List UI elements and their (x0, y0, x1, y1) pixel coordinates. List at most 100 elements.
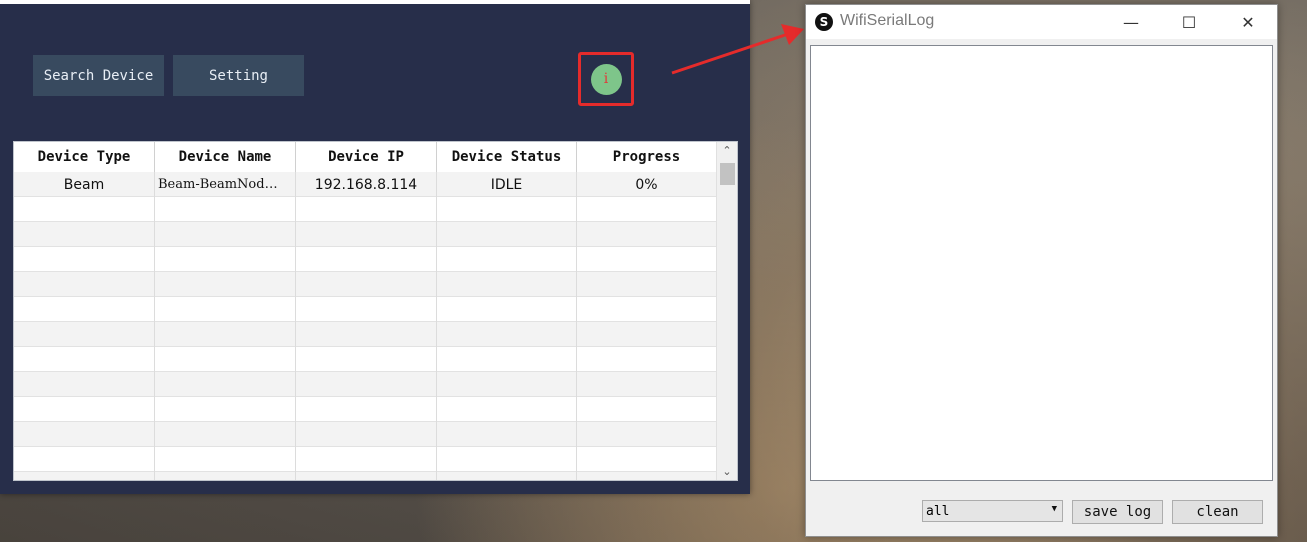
header-progress[interactable]: Progress (577, 142, 717, 172)
table-cell (296, 472, 437, 480)
scroll-up-icon[interactable]: ⌃ (717, 142, 737, 159)
table-cell (155, 347, 296, 372)
table-cell (577, 322, 717, 347)
table-cell (14, 472, 155, 480)
window-top-edge (0, 0, 750, 4)
table-cell (155, 472, 296, 480)
table-cell (437, 422, 577, 447)
table-row[interactable] (14, 247, 717, 272)
table-cell (14, 372, 155, 397)
table-cell (296, 272, 437, 297)
log-filter-select[interactable]: all ▼ (922, 500, 1063, 522)
cell-progress: 0% (577, 172, 717, 197)
clean-button[interactable]: clean (1172, 500, 1263, 524)
scroll-thumb[interactable] (720, 163, 735, 185)
table-cell (437, 322, 577, 347)
arrow-shaft (671, 32, 789, 75)
log-output-area[interactable] (810, 45, 1273, 481)
table-row[interactable] (14, 322, 717, 347)
table-cell (296, 322, 437, 347)
window-title: WifiSerialLog (840, 12, 935, 29)
table-cell (14, 347, 155, 372)
table-cell (437, 472, 577, 480)
table-cell (296, 372, 437, 397)
table-row[interactable] (14, 222, 717, 247)
table-cell (577, 347, 717, 372)
table-cell (577, 372, 717, 397)
table-row[interactable]: Beam Beam-BeamNod… 192.168.8.114 IDLE 0% (14, 172, 717, 197)
table-cell (296, 247, 437, 272)
header-device-type[interactable]: Device Type (14, 142, 155, 172)
save-log-button[interactable]: save log (1072, 500, 1163, 524)
table-cell (577, 197, 717, 222)
annotation-arrow-icon (671, 24, 804, 75)
table-cell (437, 372, 577, 397)
table-cell (577, 422, 717, 447)
table-cell (296, 422, 437, 447)
table-row[interactable] (14, 447, 717, 472)
info-highlight-box: i (578, 52, 634, 106)
title-bar[interactable]: S WifiSerialLog — ☐ ✕ (806, 5, 1277, 39)
main-app-window: Search Device Setting i Device Type Devi… (0, 0, 750, 494)
maximize-icon[interactable]: ☐ (1160, 5, 1218, 39)
device-table: Device Type Device Name Device IP Device… (13, 141, 738, 481)
table-cell (296, 347, 437, 372)
close-icon[interactable]: ✕ (1219, 5, 1277, 39)
header-device-name[interactable]: Device Name (155, 142, 296, 172)
table-cell (14, 422, 155, 447)
table-cell (577, 222, 717, 247)
table-cell (14, 447, 155, 472)
table-cell (296, 397, 437, 422)
table-cell (14, 297, 155, 322)
table-row[interactable] (14, 197, 717, 222)
wifi-serial-log-window: S WifiSerialLog — ☐ ✕ all ▼ save log cle… (805, 4, 1278, 537)
setting-button[interactable]: Setting (173, 55, 304, 96)
cell-device-ip: 192.168.8.114 (296, 172, 437, 197)
table-cell (437, 197, 577, 222)
table-cell (577, 247, 717, 272)
table-cell (155, 422, 296, 447)
table-body: Beam Beam-BeamNod… 192.168.8.114 IDLE 0% (14, 172, 717, 480)
table-cell (296, 297, 437, 322)
table-row[interactable] (14, 347, 717, 372)
table-cell (155, 222, 296, 247)
info-icon[interactable]: i (590, 63, 622, 95)
table-cell (296, 197, 437, 222)
table-row[interactable] (14, 272, 717, 297)
table-cell (437, 297, 577, 322)
table-cell (14, 272, 155, 297)
log-filter-value: all (926, 503, 950, 519)
table-scrollbar[interactable]: ⌃ ⌄ (716, 142, 737, 480)
table-row[interactable] (14, 297, 717, 322)
minimize-icon[interactable]: — (1102, 5, 1160, 39)
cell-device-status: IDLE (437, 172, 577, 197)
table-cell (437, 272, 577, 297)
table-cell (14, 397, 155, 422)
dropdown-arrow-icon: ▼ (1051, 504, 1057, 514)
table-cell (155, 372, 296, 397)
table-cell (155, 322, 296, 347)
table-cell (296, 222, 437, 247)
table-cell (437, 397, 577, 422)
table-cell (155, 272, 296, 297)
table-cell (577, 397, 717, 422)
table-cell (296, 447, 437, 472)
table-row[interactable] (14, 472, 717, 480)
table-header-row: Device Type Device Name Device IP Device… (14, 142, 717, 173)
table-cell (577, 297, 717, 322)
header-device-ip[interactable]: Device IP (296, 142, 437, 172)
table-cell (14, 197, 155, 222)
table-row[interactable] (14, 422, 717, 447)
table-row[interactable] (14, 397, 717, 422)
table-cell (155, 197, 296, 222)
table-cell (14, 222, 155, 247)
search-device-button[interactable]: Search Device (33, 55, 164, 96)
scroll-down-icon[interactable]: ⌄ (717, 463, 737, 480)
header-device-status[interactable]: Device Status (437, 142, 577, 172)
table-cell (577, 472, 717, 480)
table-cell (437, 347, 577, 372)
table-cell (437, 222, 577, 247)
table-cell (577, 272, 717, 297)
cell-device-name: Beam-BeamNod… (155, 172, 296, 197)
table-row[interactable] (14, 372, 717, 397)
